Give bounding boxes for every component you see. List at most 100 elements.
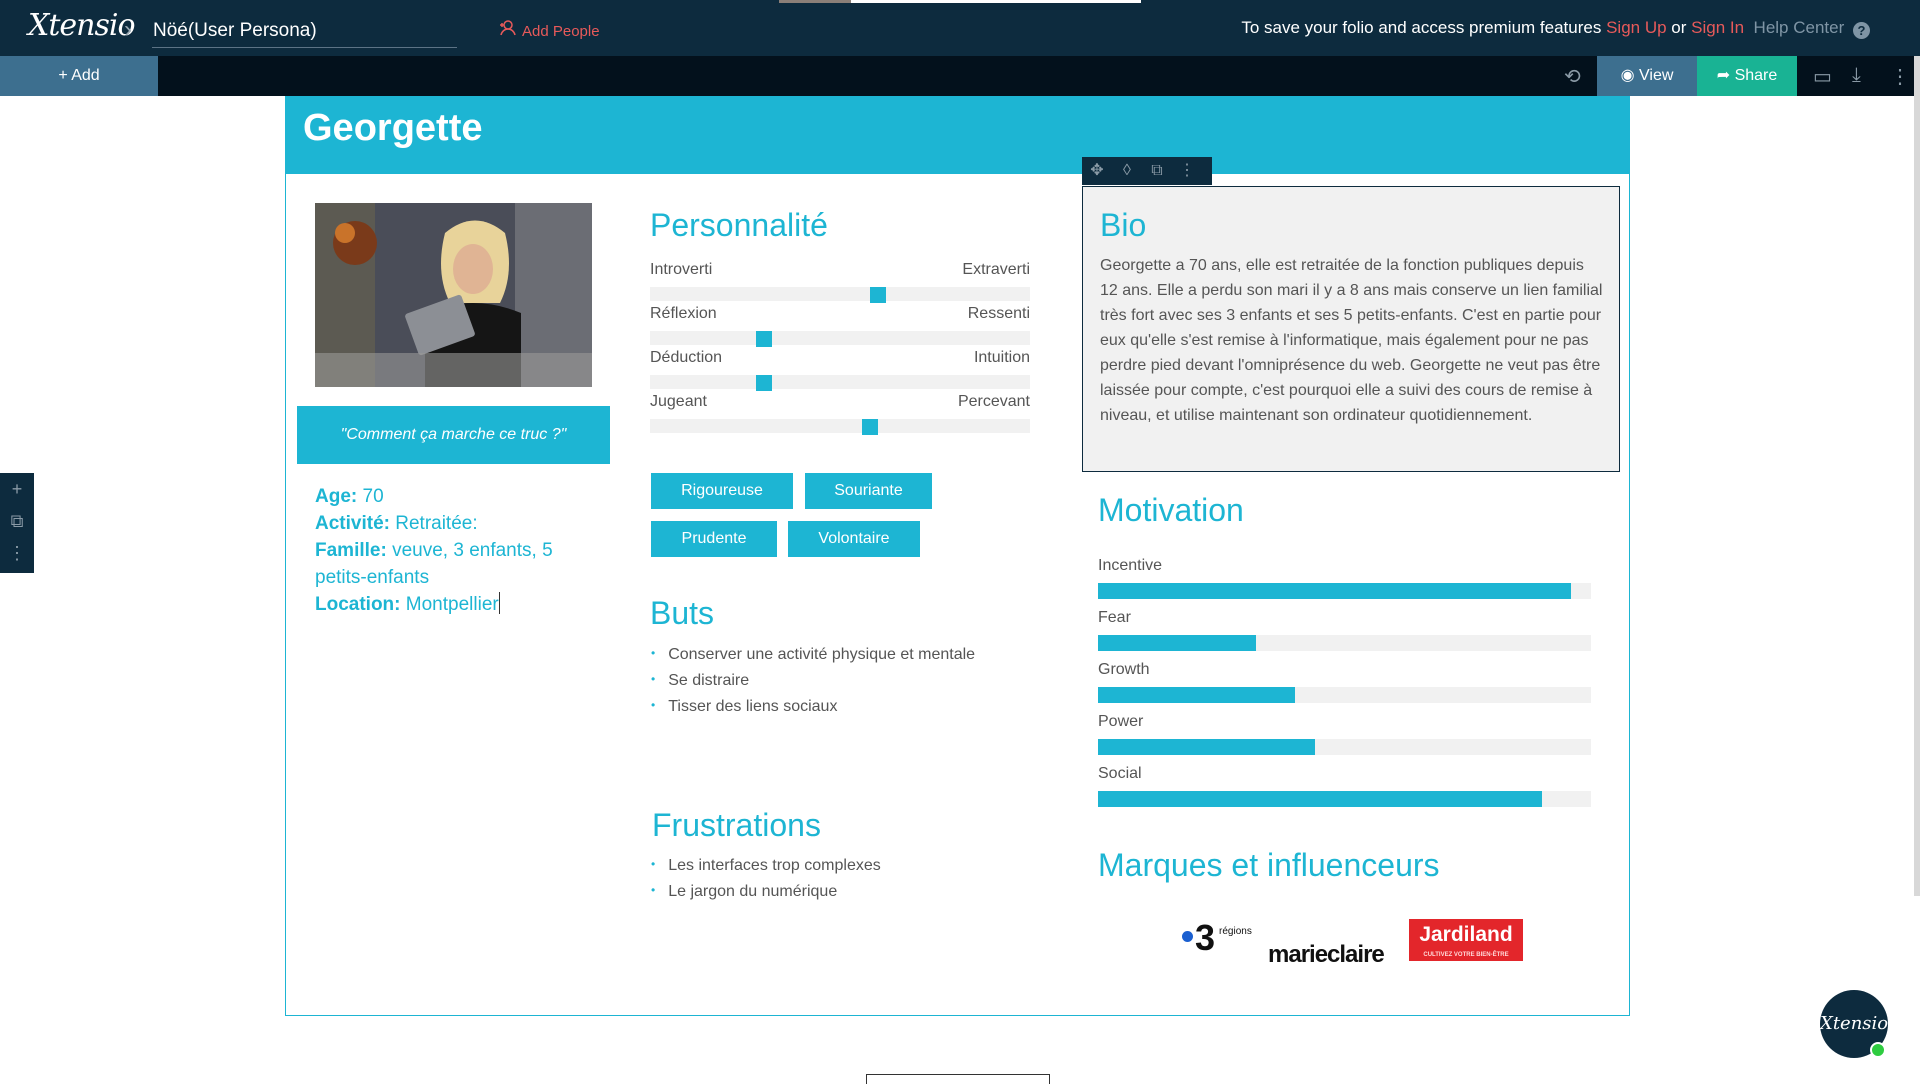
fact-label: Location: <box>315 594 401 615</box>
more-options-icon[interactable]: ⋮ <box>1890 64 1910 89</box>
slider-right-label: Intuition <box>973 349 1030 366</box>
persona-quote[interactable]: "Comment ça marche ce truc ?" <box>297 406 610 464</box>
project-name-input[interactable]: Nöé(User Persona) <box>152 18 457 48</box>
loading-bar-fill <box>779 0 851 3</box>
personality-slider[interactable]: Déduction Intuition <box>650 349 1030 393</box>
motivation-fill[interactable] <box>1098 739 1315 755</box>
add-block-button[interactable]: + Add <box>0 56 158 96</box>
sign-in-link[interactable]: Sign In <box>1691 18 1744 37</box>
page-scrollbar[interactable] <box>1914 56 1920 896</box>
goals-title[interactable]: Buts <box>650 595 714 632</box>
list-item: Conserver une activité physique et menta… <box>651 642 975 668</box>
more-vertical-icon[interactable]: ⋮ <box>0 537 34 569</box>
top-bar: Xtensio › Nöé(User Persona) Add People T… <box>0 0 1920 56</box>
list-item: Les interfaces trop complexes <box>651 853 881 879</box>
persona-photo[interactable] <box>315 203 592 387</box>
sign-up-link[interactable]: Sign Up <box>1606 18 1666 37</box>
add-people-button[interactable]: Add People <box>498 20 600 41</box>
motivation-fill[interactable] <box>1098 791 1542 807</box>
bio-block[interactable]: Bio Georgette a 70 ans, elle est retrait… <box>1082 186 1620 472</box>
persona-facts[interactable]: Age: 70 Activité: Retraitée: Famille: ve… <box>315 483 575 618</box>
help-icon[interactable]: ? <box>1853 22 1870 39</box>
persona-name[interactable]: Georgette <box>303 107 482 150</box>
slider-left-label: Jugeant <box>650 393 707 410</box>
history-icon[interactable]: ⟲ <box>1564 64 1581 89</box>
bio-text[interactable]: Georgette a 70 ans, elle est retraitée d… <box>1100 253 1605 428</box>
more-vertical-icon[interactable]: ⋮ <box>1172 157 1202 185</box>
trait-tag[interactable]: Volontaire <box>788 521 920 557</box>
marieclaire-logo: marieclaire <box>1268 941 1385 968</box>
fact-value: 70 <box>362 486 384 507</box>
motivation-label: Growth <box>1098 661 1150 678</box>
slider-handle[interactable] <box>756 375 772 391</box>
motivation-bar[interactable]: Growth <box>1098 661 1591 713</box>
list-item: Le jargon du numérique <box>651 879 881 905</box>
personality-title[interactable]: Personnalité <box>650 207 828 244</box>
share-button[interactable]: ➦ Share <box>1697 56 1797 96</box>
duplicate-icon[interactable]: ⧉ <box>0 505 34 537</box>
fact-label: Age: <box>315 486 358 507</box>
add-people-label: Add People <box>522 23 600 40</box>
slider-handle[interactable] <box>862 419 878 435</box>
page-tab[interactable] <box>866 1074 1050 1084</box>
motivation-bar[interactable]: Fear <box>1098 609 1591 661</box>
motivation-label: Fear <box>1098 609 1131 626</box>
slider-left-label: Réflexion <box>650 305 717 322</box>
jardiland-logo: Jardiland CULTIVEZ VOTRE BIEN-ÊTRE <box>1409 919 1523 961</box>
present-icon[interactable]: ▭ <box>1813 64 1832 89</box>
fact-activity: Activité: Retraitée: <box>315 510 575 537</box>
save-message: To save your folio and access premium fe… <box>1241 18 1870 39</box>
view-button[interactable]: ◉ View <box>1597 56 1697 96</box>
brand-logos[interactable]: 3 régions marieclaire Jardiland CULTIVEZ V… <box>1182 907 1562 968</box>
motivation-fill[interactable] <box>1098 635 1256 651</box>
goals-list[interactable]: Conserver une activité physique et menta… <box>651 642 975 720</box>
slider-right-label: Extraverti <box>962 261 1030 278</box>
motivation-bar[interactable]: Incentive <box>1098 557 1591 609</box>
brands-title[interactable]: Marques et influenceurs <box>1098 847 1440 884</box>
add-user-icon <box>498 20 518 41</box>
france3-logo: 3 régions <box>1182 917 1252 959</box>
frustrations-title[interactable]: Frustrations <box>652 807 821 844</box>
persona-card: Georgette "Comment ça marche ce truc ?" … <box>285 96 1630 1016</box>
slider-handle[interactable] <box>756 331 772 347</box>
list-item: Tisser des liens sociaux <box>651 694 975 720</box>
fact-location: Location: Montpellier <box>315 591 575 618</box>
slider-left-label: Déduction <box>650 349 723 366</box>
help-center-link[interactable]: Help Center <box>1754 18 1845 37</box>
motivation-title[interactable]: Motivation <box>1098 492 1244 529</box>
trait-tag[interactable]: Rigoureuse <box>651 473 793 509</box>
frustrations-list[interactable]: Les interfaces trop complexes Le jargon … <box>651 853 881 905</box>
slider-right-label: Ressenti <box>967 305 1030 322</box>
color-drop-icon[interactable]: ◊ <box>1112 157 1142 185</box>
slider-track[interactable] <box>650 331 1030 345</box>
slider-track[interactable] <box>650 375 1030 389</box>
or-text: or <box>1671 18 1687 37</box>
slider-handle[interactable] <box>870 287 886 303</box>
motivation-fill[interactable] <box>1098 583 1571 599</box>
slider-track[interactable] <box>650 419 1030 433</box>
motivation-bar[interactable]: Social <box>1098 765 1591 817</box>
motivation-label: Incentive <box>1098 557 1163 574</box>
view-label: View <box>1639 67 1674 84</box>
duplicate-icon[interactable]: ⧉ <box>1142 157 1172 185</box>
personality-slider[interactable]: Introverti Extraverti <box>650 261 1030 305</box>
list-item: Se distraire <box>651 668 975 694</box>
move-icon[interactable]: ✥ <box>1082 157 1112 185</box>
personality-slider[interactable]: Réflexion Ressenti <box>650 305 1030 349</box>
motivation-bar[interactable]: Power <box>1098 713 1591 765</box>
trait-tag[interactable]: Souriante <box>805 473 932 509</box>
eye-icon: ◉ <box>1620 67 1635 84</box>
plus-icon[interactable]: + <box>0 473 34 505</box>
trait-tag[interactable]: Prudente <box>651 521 777 557</box>
personality-slider[interactable]: Jugeant Percevant <box>650 393 1030 437</box>
fact-value: Retraitée: <box>395 513 478 534</box>
xtensio-logo[interactable]: Xtensio <box>28 8 136 43</box>
motivation-label: Power <box>1098 713 1144 730</box>
slider-track[interactable] <box>650 287 1030 301</box>
block-toolbar: ✥ ◊ ⧉ ⋮ <box>1082 157 1212 185</box>
download-icon[interactable]: ⤓ <box>1852 64 1861 87</box>
persona-header: Georgette <box>286 97 1629 174</box>
share-label: Share <box>1734 67 1778 84</box>
motivation-fill[interactable] <box>1098 687 1295 703</box>
bio-title[interactable]: Bio <box>1100 207 1146 244</box>
